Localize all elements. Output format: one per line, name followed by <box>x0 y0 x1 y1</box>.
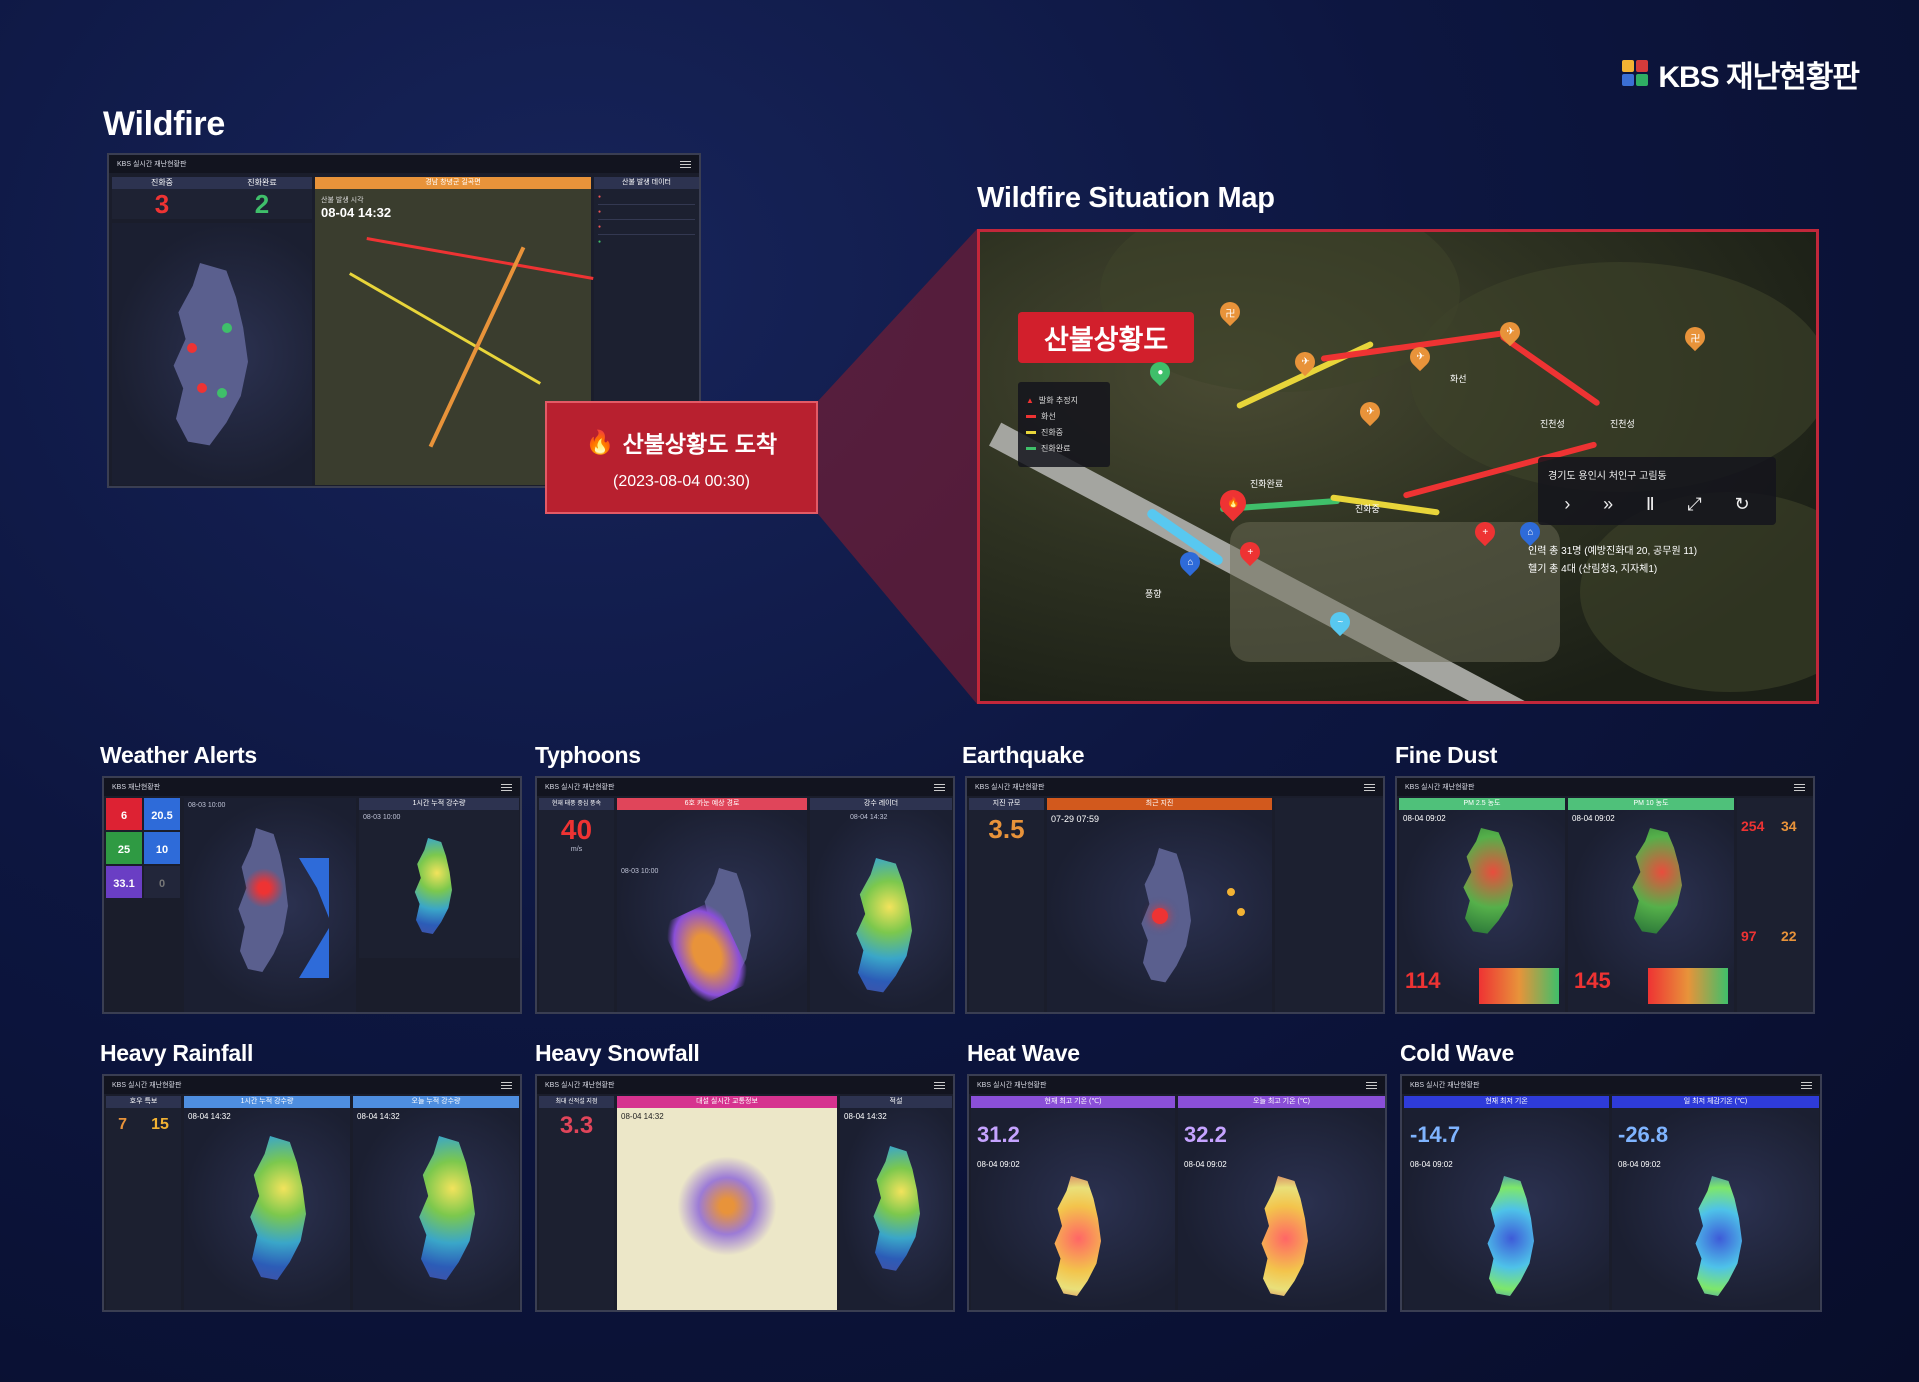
playback-panel[interactable]: 경기도 용인시 처인구 고림동 › » Ⅱ ⤢ ↻ <box>1538 457 1776 525</box>
label-jincheon: 진천성 <box>1540 419 1565 429</box>
helicopter-info: 헬기 총 4대 (산림청3, 지자체1) <box>1528 564 1658 575</box>
callout-connector <box>818 229 977 704</box>
situation-banner: 산불상황도 <box>1018 312 1195 363</box>
app-title: KBS 실시간 재난현황판 <box>977 1082 1047 1089</box>
situation-map-title: Wildfire Situation Map <box>977 182 1275 214</box>
helicopter-marker-icon[interactable]: ✈ <box>1355 397 1385 427</box>
app-title: KBS 실시간 재난현황판 <box>1405 784 1475 791</box>
label-fireline: 화선 <box>1450 374 1467 384</box>
menu-icon[interactable] <box>934 1081 945 1089</box>
in-progress-label: 진화중 <box>150 178 174 187</box>
callout-title: 산불상황도 도착 <box>622 431 778 457</box>
fine-dust-title: Fine Dust <box>1395 742 1498 768</box>
map-legend: ▲ 발화 추정지 화선 진화중 진화완료 <box>1018 382 1110 467</box>
fire-marker-icon[interactable] <box>187 343 197 353</box>
fire-icon: 🔥 <box>585 428 615 455</box>
pause-icon[interactable]: Ⅱ <box>1646 494 1655 515</box>
heavy-snowfall-screen[interactable]: KBS 실시간 재난현황판 최대 신적설 지점 3.3 대설 실시간 교통정보 … <box>535 1074 955 1312</box>
menu-icon[interactable] <box>1794 783 1805 791</box>
menu-icon[interactable] <box>1364 783 1375 791</box>
fire-marker-icon[interactable] <box>217 388 227 398</box>
menu-icon[interactable] <box>680 160 691 168</box>
fire-stats: 진화중 진화완료 3 2 <box>112 177 312 219</box>
in-progress-count: 3 <box>154 189 170 219</box>
label-in-progress: 진화중 <box>1355 504 1380 514</box>
menu-icon[interactable] <box>934 783 945 791</box>
heat-wave-screen[interactable]: KBS 실시간 재난현황판 현재 최고 기온 (℃) 31.2 08-04 09… <box>967 1074 1387 1312</box>
app-title: KBS 재난현황판 <box>112 784 161 791</box>
fast-forward-icon[interactable]: » <box>1603 494 1613 515</box>
earthquake-screen[interactable]: KBS 실시간 재난현황판 지진 규모 3.5 최근 지진 07-29 07:5… <box>965 776 1385 1014</box>
label-extinguished: 진화완료 <box>1250 479 1284 489</box>
completed-count: 2 <box>254 189 270 219</box>
heavy-rainfall-title: Heavy Rainfall <box>100 1040 254 1066</box>
cold-wave-screen[interactable]: KBS 실시간 재난현황판 현재 최저 기온 -14.7 08-04 09:02… <box>1400 1074 1822 1312</box>
expand-icon[interactable]: ⤢ <box>1687 494 1701 515</box>
wildfire-title: Wildfire <box>103 105 225 143</box>
label-fireline-2: 진천성 <box>1610 419 1635 429</box>
heat-wave-title: Heat Wave <box>967 1040 1080 1066</box>
play-icon[interactable]: › <box>1564 494 1570 515</box>
brand: KBS 재난현황판 <box>1622 52 1860 96</box>
app-title: KBS 실시간 재난현황판 <box>1410 1082 1480 1089</box>
situation-map[interactable]: 산불상황도 ▲ 발화 추정지 화선 진화중 진화완료 🔥 ✈ ✈ ✈ ✈ 卍 卍 … <box>977 229 1819 704</box>
data-header: 산불 발생 데이터 <box>594 177 699 189</box>
earthquake-title: Earthquake <box>962 742 1085 768</box>
menu-icon[interactable] <box>501 783 512 791</box>
weather-alerts-title: Weather Alerts <box>100 742 257 768</box>
kbs-logo-icon <box>1622 60 1650 88</box>
app-title: KBS 실시간 재난현황판 <box>545 784 615 791</box>
fine-dust-screen[interactable]: KBS 실시간 재난현황판 PM 2.5 농도 08-04 09:02 114 … <box>1395 776 1815 1014</box>
heavy-snowfall-title: Heavy Snowfall <box>535 1040 700 1066</box>
alert-map[interactable]: 08-03 10:00 <box>184 798 356 1012</box>
region-header: 경남 창녕군 길곡면 <box>315 177 591 189</box>
ignition-marker-icon[interactable]: 🔥 <box>1214 484 1252 522</box>
korea-map[interactable] <box>112 223 312 485</box>
menu-icon[interactable] <box>1366 1081 1377 1089</box>
fire-marker-icon[interactable] <box>222 323 232 333</box>
arrival-callout: 🔥 산불상황도 도착 (2023-08-04 00:30) <box>545 401 818 514</box>
occurred-label: 산불 발생 시각 <box>321 197 364 204</box>
refresh-icon[interactable]: ↻ <box>1735 494 1750 515</box>
fire-marker-icon[interactable] <box>197 383 207 393</box>
heavy-rainfall-screen[interactable]: KBS 실시간 재난현황판 호우 특보 7 15 1시간 누적 강수량 08-0… <box>102 1074 522 1312</box>
app-title: KBS 실시간 재난현황판 <box>112 1082 182 1089</box>
menu-icon[interactable] <box>501 1081 512 1089</box>
app-title: KBS 실시간 재난현황판 <box>117 161 187 168</box>
menu-icon[interactable] <box>1801 1081 1812 1089</box>
location-label: 경기도 용인시 처인구 고림동 <box>1548 471 1667 482</box>
weather-alerts-screen[interactable]: KBS 재난현황판 6 20.5 25 10 33.1 0 08-03 10:0… <box>102 776 522 1014</box>
brand-name: KBS 재난현황판 <box>1658 61 1860 94</box>
label-wind: 풍향 <box>1145 589 1162 599</box>
app-title: KBS 실시간 재난현황판 <box>545 1082 615 1089</box>
callout-time: (2023-08-04 00:30) <box>613 473 750 490</box>
completed-label: 진화완료 <box>247 178 277 187</box>
typhoons-screen[interactable]: KBS 실시간 재난현황판 현재 태풍 중심 풍속 40 m/s 6호 카눈 예… <box>535 776 955 1014</box>
ignition-icon: ▲ <box>1026 396 1034 405</box>
occurred-time: 08-04 14:32 <box>321 205 392 220</box>
personnel-info: 인력 총 31명 (예방진화대 20, 공무원 11) <box>1528 546 1698 557</box>
typhoons-title: Typhoons <box>535 742 641 768</box>
cold-wave-title: Cold Wave <box>1400 1040 1515 1066</box>
app-title: KBS 실시간 재난현황판 <box>975 784 1045 791</box>
